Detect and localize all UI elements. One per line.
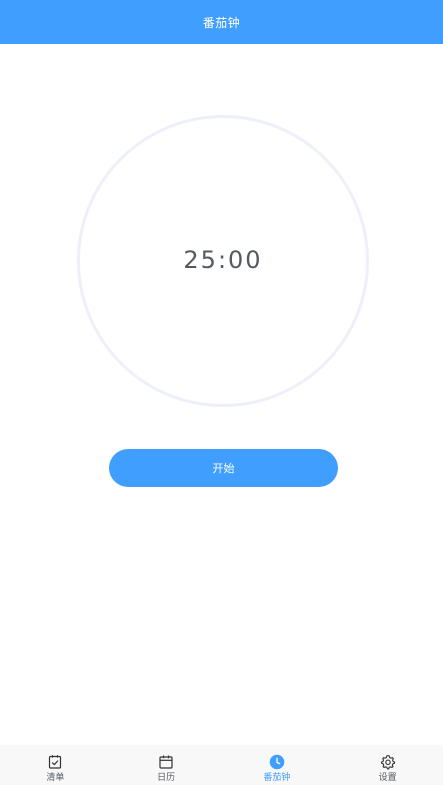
gear-icon <box>380 755 395 770</box>
timer-ring: 25:00 <box>77 115 369 407</box>
page-title: 番茄钟 <box>202 15 241 30</box>
timer-display: 25:00 <box>183 246 263 274</box>
bottom-tab-bar: 清单 日历 番茄钟 设置 <box>0 745 443 785</box>
pomodoro-app: 番茄钟 25:00 开始 清单 日历 番茄钟 设置 <box>0 0 443 785</box>
calendar-icon <box>159 755 173 769</box>
tab-label-calendar: 日历 <box>157 773 176 783</box>
tab-pomodoro[interactable]: 番茄钟 <box>222 745 333 785</box>
tab-calendar[interactable]: 日历 <box>111 745 222 785</box>
app-header: 番茄钟 <box>0 0 443 44</box>
checklist-icon <box>49 755 62 769</box>
start-button[interactable]: 开始 <box>109 449 338 487</box>
clock-icon <box>269 754 285 770</box>
tab-label-pomodoro: 番茄钟 <box>263 773 291 783</box>
tab-settings[interactable]: 设置 <box>332 745 443 785</box>
tab-label-checklist: 清单 <box>46 773 65 783</box>
tab-label-settings: 设置 <box>378 773 397 783</box>
tab-checklist[interactable]: 清单 <box>0 745 111 785</box>
